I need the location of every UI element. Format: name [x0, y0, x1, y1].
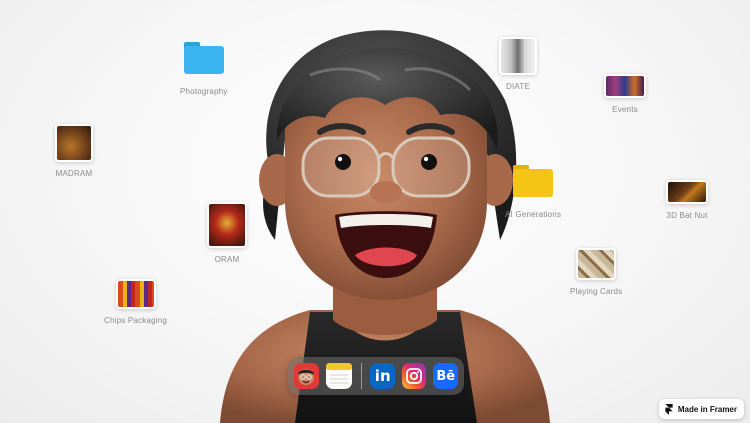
- desktop-item-ai-generations[interactable]: AI Generations: [505, 165, 561, 219]
- framer-logo-icon: [665, 403, 673, 415]
- desktop-item-oram[interactable]: ORAM: [207, 202, 247, 264]
- dock-separator: [360, 363, 362, 389]
- chips-packaging-thumbnail: [115, 279, 156, 309]
- dock-item-behance[interactable]: Bē: [433, 363, 458, 389]
- desktop-item-label: MADRAM: [55, 169, 93, 178]
- diate-thumbnail: [499, 37, 537, 75]
- desktop-item-label: Chips Packaging: [104, 316, 168, 325]
- made-in-framer-label: Made in Framer: [677, 404, 737, 414]
- desktop-item-photography[interactable]: Photography: [180, 42, 228, 96]
- linkedin-icon: in: [374, 367, 391, 385]
- playing-cards-thumbnail: [576, 248, 617, 280]
- madram-thumbnail: [55, 124, 93, 162]
- desktop-item-label: Photography: [180, 87, 228, 96]
- desktop-item-label: DIATE: [506, 82, 530, 91]
- dock-item-instagram[interactable]: [401, 363, 427, 389]
- desktop-item-label: Playing Cards: [570, 287, 623, 296]
- desktop-item-playing-cards[interactable]: Playing Cards: [570, 248, 622, 296]
- desktop-item-label: AI Generations: [505, 210, 562, 219]
- desktop-item-diate[interactable]: DIATE: [499, 37, 537, 91]
- dock-item-linkedin[interactable]: in: [370, 363, 395, 389]
- desktop-item-label: ORAM: [214, 255, 240, 264]
- folder-icon: [183, 42, 224, 74]
- desktop-item-events[interactable]: Events: [604, 74, 646, 114]
- desktop-item-madram[interactable]: MADRAM: [55, 124, 93, 178]
- desktop-item-chips-packaging[interactable]: Chips Packaging: [104, 279, 167, 325]
- desktop-item-3d-bat-nut[interactable]: 3D Bat Nut: [666, 180, 708, 220]
- notes-icon: [325, 363, 352, 384]
- made-in-framer-badge[interactable]: Made in Framer: [658, 399, 744, 419]
- dock: in Bē: [288, 357, 464, 395]
- desktop-item-label: Events: [612, 105, 638, 114]
- dock-item-memoji[interactable]: [294, 363, 319, 389]
- 3d-bat-nut-thumbnail: [666, 180, 708, 204]
- desktop-item-label: 3D Bat Nut: [666, 211, 708, 220]
- folder-icon: [513, 165, 554, 197]
- oram-thumbnail: [207, 202, 247, 248]
- events-thumbnail: [604, 74, 646, 98]
- dock-item-notes[interactable]: [325, 363, 352, 389]
- behance-icon: Bē: [436, 368, 456, 384]
- memoji-icon: [298, 369, 315, 385]
- instagram-icon: [406, 368, 423, 384]
